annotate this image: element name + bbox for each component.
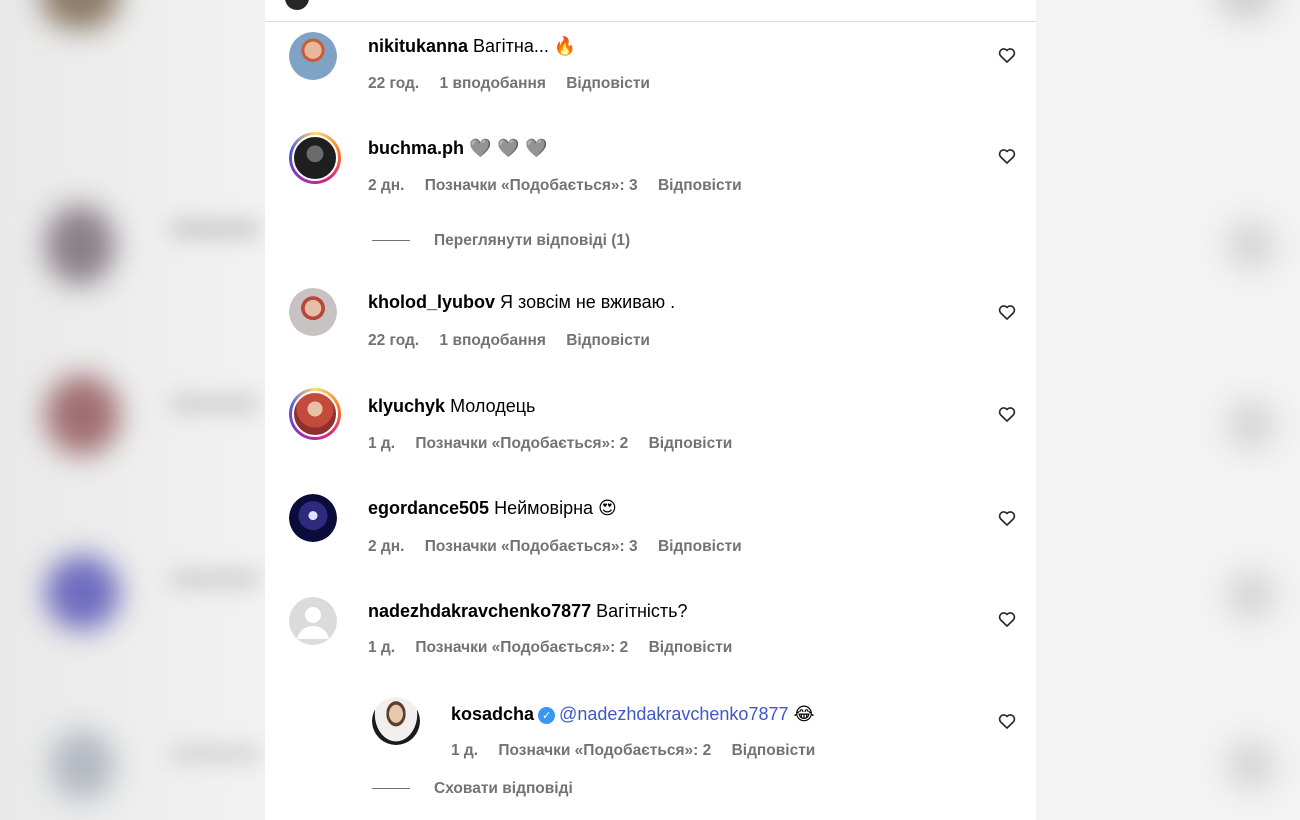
view-replies-label[interactable]: Переглянути відповіді (1) [434, 232, 630, 249]
divider [372, 240, 410, 242]
comment-likes[interactable]: Позначки «Подобається»: 2 [415, 435, 628, 452]
like-heart-icon[interactable] [997, 609, 1017, 629]
comment-username[interactable]: kosadcha [451, 704, 534, 724]
comment-likes[interactable]: 1 вподобання [440, 332, 546, 349]
comment-username[interactable]: nadezhdakravchenko7877 [368, 601, 591, 621]
comment-text: Я зовсім не вживаю . [500, 292, 676, 312]
comment-time[interactable]: 22 год. [368, 75, 419, 92]
comment-time[interactable]: 1 д. [451, 742, 478, 759]
comment-username[interactable]: nikitukanna [368, 36, 468, 56]
mention-link[interactable]: @nadezhdakravchenko7877 [559, 704, 788, 724]
divider [265, 21, 1036, 22]
comment-likes[interactable]: 1 вподобання [440, 75, 546, 92]
comment-time[interactable]: 2 дн. [368, 177, 404, 194]
avatar[interactable] [289, 597, 337, 645]
comment-username[interactable]: klyuchyk [368, 396, 445, 416]
comment-likes[interactable]: Позначки «Подобається»: 2 [415, 639, 628, 656]
reply-button[interactable]: Відповісти [649, 435, 733, 452]
default-avatar-icon [297, 607, 329, 639]
comment-likes[interactable]: Позначки «Подобається»: 3 [425, 177, 638, 194]
comment-likes[interactable]: Позначки «Подобається»: 3 [425, 538, 638, 555]
reply-button[interactable]: Відповісти [732, 742, 816, 759]
like-heart-icon[interactable] [997, 302, 1017, 322]
verified-badge-icon: ✓ [538, 707, 556, 724]
like-heart-icon[interactable] [997, 404, 1017, 424]
comment-time[interactable]: 2 дн. [368, 538, 404, 555]
view-replies-button[interactable]: Переглянути відповіді (1) [372, 231, 630, 251]
comment-time[interactable]: 1 д. [368, 435, 395, 452]
avatar[interactable] [289, 388, 341, 440]
hide-replies-button[interactable]: Сховати відповіді [372, 779, 573, 799]
comment-text: Неймовірна 😍 [494, 498, 617, 518]
reply-button[interactable]: Відповісти [566, 332, 650, 349]
avatar[interactable] [372, 697, 420, 745]
reply-button[interactable]: Відповісти [658, 177, 742, 194]
reply-button[interactable]: Відповісти [566, 75, 650, 92]
comment-time[interactable]: 22 год. [368, 332, 419, 349]
comment-likes[interactable]: Позначки «Подобається»: 2 [498, 742, 711, 759]
cropped-avatar [285, 0, 309, 10]
reply-button[interactable]: Відповісти [649, 639, 733, 656]
avatar[interactable] [289, 288, 337, 336]
like-heart-icon[interactable] [997, 146, 1017, 166]
comment-username[interactable]: kholod_lyubov [368, 292, 495, 312]
comment-text: Вагітна... 🔥 [473, 36, 577, 56]
comment-text: 😂 [793, 704, 815, 725]
avatar[interactable] [289, 132, 341, 184]
blurred-background-left [0, 0, 265, 820]
comment-text: Молодець [450, 396, 536, 416]
hide-replies-label[interactable]: Сховати відповіді [434, 780, 573, 797]
divider [372, 788, 410, 790]
blurred-background-right [1036, 0, 1300, 820]
comment-username[interactable]: egordance505 [368, 498, 489, 518]
comment-time[interactable]: 1 д. [368, 639, 395, 656]
reply-button[interactable]: Відповісти [658, 538, 742, 555]
comment-text: 🩶 🩶 🩶 [469, 138, 548, 159]
like-heart-icon[interactable] [997, 508, 1017, 528]
avatar[interactable] [289, 494, 337, 542]
comments-panel: nikitukanna Вагітна... 🔥 22 год. 1 вподо… [265, 0, 1036, 820]
comment-username[interactable]: buchma.ph [368, 138, 464, 158]
comment-text: Вагітність? [596, 601, 688, 621]
like-heart-icon[interactable] [997, 45, 1017, 65]
like-heart-icon[interactable] [997, 711, 1017, 731]
avatar[interactable] [289, 32, 337, 80]
